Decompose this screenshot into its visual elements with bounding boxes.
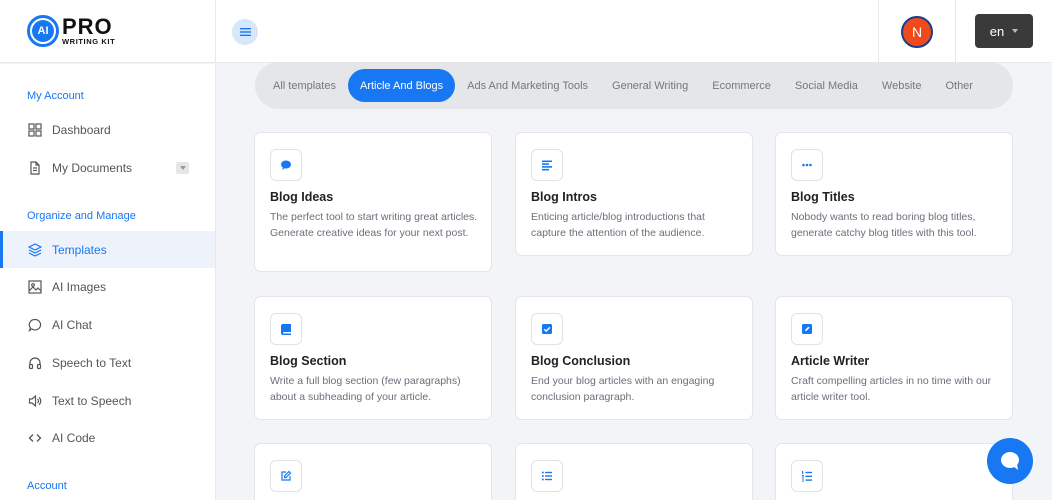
logo[interactable]: AI PRO WRITING KIT [0, 0, 216, 63]
card-description: Craft compelling articles in no time wit… [791, 375, 992, 403]
menu-toggle-button[interactable] [232, 19, 258, 45]
card-title: Blog Section [270, 354, 347, 368]
speech-bubble-icon [270, 149, 302, 181]
document-icon [27, 160, 43, 176]
book-icon [270, 313, 302, 345]
sidebar-item-label: AI Code [52, 430, 96, 445]
grid-icon [27, 122, 43, 138]
card-title: Blog Ideas [270, 190, 334, 204]
expand-documents-button[interactable] [176, 162, 189, 174]
tab-all-templates[interactable]: All templates [261, 69, 348, 102]
tab-ecommerce[interactable]: Ecommerce [700, 69, 783, 102]
logo-pro-text: PRO [62, 14, 113, 39]
logo-wordmark: PRO WRITING KIT [62, 14, 116, 47]
logo-mark-text: AI [32, 20, 54, 42]
template-card-blog-section[interactable]: Blog Section Write a full blog section (… [254, 296, 492, 420]
sidebar-item-dashboard[interactable]: Dashboard [0, 111, 215, 148]
template-card[interactable] [775, 443, 1013, 500]
sidebar-item-label: AI Images [52, 279, 107, 294]
sidebar-item-label: Dashboard [52, 122, 111, 137]
card-title: Article Writer [791, 354, 870, 368]
card-description: Write a full blog section (few paragraph… [270, 375, 461, 403]
logo-mark: AI [27, 15, 59, 47]
card-title: Blog Titles [791, 190, 855, 204]
tab-ads-and-marketing[interactable]: Ads And Marketing Tools [455, 69, 600, 102]
template-card-blog-ideas[interactable]: Blog Ideas The perfect tool to start wri… [254, 132, 492, 272]
template-card-blog-conclusion[interactable]: Blog Conclusion End your blog articles w… [515, 296, 753, 420]
layers-icon [27, 242, 43, 258]
align-left-icon [531, 149, 563, 181]
template-card[interactable] [515, 443, 753, 500]
chat-bubble-icon [1001, 452, 1019, 470]
sidebar-item-ai-chat[interactable]: AI Chat [0, 306, 215, 343]
sidebar-item-label: Templates [52, 242, 107, 257]
chat-widget-button[interactable] [987, 438, 1033, 484]
sidebar-item-label: My Documents [52, 160, 133, 175]
tab-general-writing[interactable]: General Writing [600, 69, 700, 102]
ellipsis-icon [791, 149, 823, 181]
sidebar-item-templates[interactable]: Templates [0, 231, 215, 268]
list-icon [531, 460, 563, 492]
hamburger-icon [239, 28, 251, 36]
check-square-icon [531, 313, 563, 345]
numbered-list-icon [791, 460, 823, 492]
section-title-organize: Organize and Manage [27, 210, 136, 222]
avatar[interactable]: N [901, 16, 933, 48]
template-card[interactable] [254, 443, 492, 500]
card-description: Nobody wants to read boring blog titles,… [791, 211, 977, 239]
headphones-icon [27, 355, 43, 371]
language-label: en [989, 23, 1005, 39]
sidebar-item-label: Speech to Text [52, 355, 132, 370]
sidebar-item-ai-images[interactable]: AI Images [0, 268, 215, 305]
tab-website[interactable]: Website [870, 69, 934, 102]
card-title: Blog Conclusion [531, 354, 631, 368]
sidebar-item-text-to-speech[interactable]: Text to Speech [0, 382, 215, 419]
card-description: Enticing article/blog introductions that… [531, 211, 705, 239]
user-menu: N [878, 0, 956, 63]
edit-icon [270, 460, 302, 492]
template-card-blog-intros[interactable]: Blog Intros Enticing article/blog introd… [515, 132, 753, 256]
sidebar-item-label: AI Chat [52, 317, 93, 332]
card-description: The perfect tool to start writing great … [270, 211, 478, 239]
section-title-account: Account [27, 480, 67, 492]
sidebar: My Account Dashboard My Documents Organi… [0, 64, 216, 500]
sidebar-item-label: Text to Speech [52, 393, 132, 408]
language-select[interactable]: en [975, 14, 1033, 48]
card-title: Blog Intros [531, 190, 597, 204]
tab-social-media[interactable]: Social Media [783, 69, 870, 102]
speaker-icon [27, 393, 43, 409]
image-icon [27, 279, 43, 295]
chevron-down-icon [179, 166, 186, 170]
logo-sub-text: WRITING KIT [62, 37, 116, 46]
card-description: End your blog articles with an engaging … [531, 375, 715, 403]
tab-other[interactable]: Other [933, 69, 985, 102]
chevron-down-icon [1012, 29, 1019, 33]
category-tabs: All templates Article And Blogs Ads And … [255, 62, 1013, 109]
template-card-article-writer[interactable]: Article Writer Craft compelling articles… [775, 296, 1013, 420]
code-icon [27, 430, 43, 446]
sidebar-item-ai-code[interactable]: AI Code [0, 419, 215, 456]
sidebar-item-speech-to-text[interactable]: Speech to Text [0, 344, 215, 381]
chat-icon [27, 317, 43, 333]
section-title-my-account: My Account [27, 90, 84, 102]
template-card-blog-titles[interactable]: Blog Titles Nobody wants to read boring … [775, 132, 1013, 256]
tab-article-and-blogs[interactable]: Article And Blogs [347, 69, 456, 102]
pen-square-icon [791, 313, 823, 345]
top-bar: AI PRO WRITING KIT N en [0, 0, 1052, 63]
